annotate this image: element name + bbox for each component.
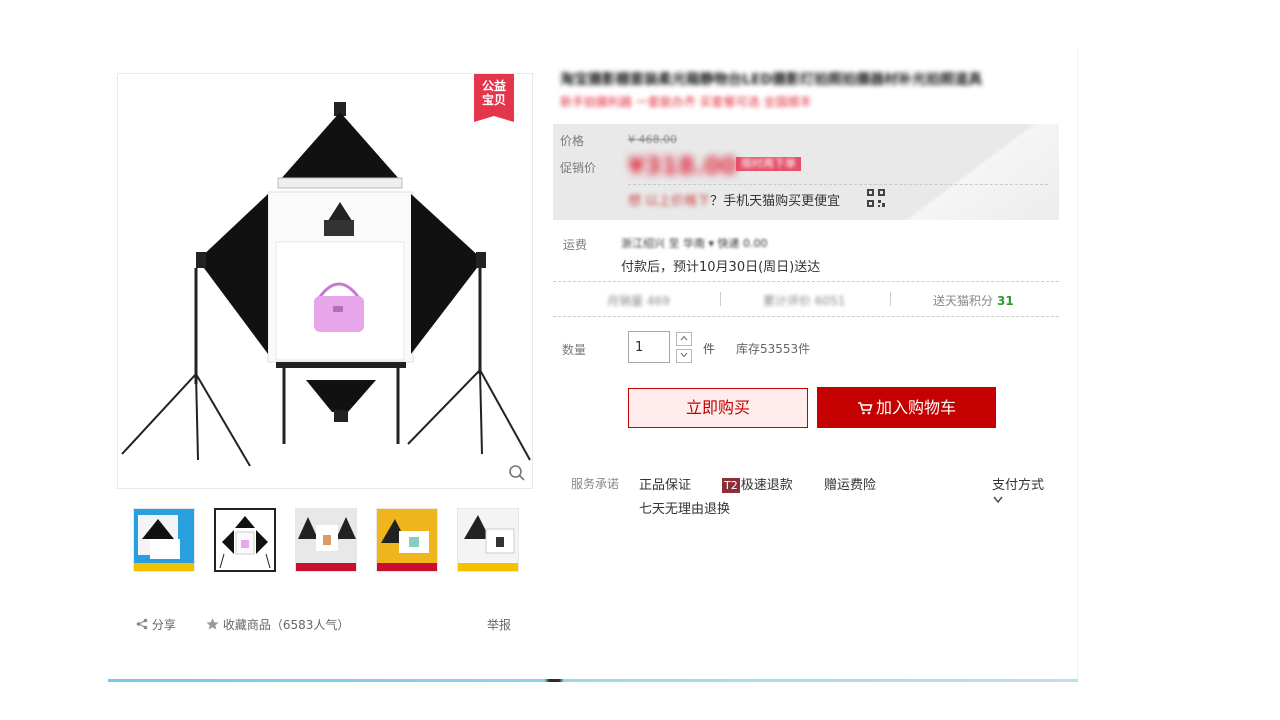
charity-badge-line1: 公益: [481, 79, 506, 93]
service-genuine[interactable]: 正品保证: [639, 474, 691, 493]
thumbnail-strip: [133, 508, 519, 572]
monthly-sales: 月销量 469: [607, 292, 670, 309]
points-label: 送天猫积分: [933, 294, 994, 308]
product-title: 淘宝摄影棚套装柔光箱静物台LED摄影灯拍照拍摄器材补光拍照道具: [560, 72, 983, 88]
mobile-tip-blur: 想 以上价格下: [628, 194, 711, 209]
monthly-sales-text: 月销量 469: [607, 294, 670, 308]
studio-kit-photo: [121, 102, 531, 467]
charity-badge: 公益 宝贝: [474, 74, 514, 122]
thumbnail-1-image: [134, 509, 194, 571]
product-subtitle: 新手拍摄利器 一套能办齐 买套餐可选 全国顺丰: [560, 95, 812, 109]
payment-methods[interactable]: 支付方式: [992, 474, 1044, 493]
main-product-image[interactable]: 公益 宝贝: [117, 73, 533, 489]
service-seven-day-return[interactable]: 七天无理由退换: [639, 498, 730, 517]
stock-count: 库存53553件: [736, 342, 811, 356]
thumbnail-2[interactable]: [214, 508, 276, 572]
service-fast-refund[interactable]: T2 极速退款: [722, 474, 793, 493]
mobile-tip-text: ？手机天猫购买更便宜: [710, 194, 841, 209]
favorite-link[interactable]: 收藏商品（6583人气）: [206, 616, 349, 633]
charity-badge-line2: 宝贝: [481, 93, 506, 107]
thumbnail-3-image: [296, 509, 356, 571]
service-promise-label: 服务承诺: [571, 477, 620, 491]
share-icon: [136, 618, 148, 630]
price-divider: [628, 184, 1048, 185]
thumbnail-5-image: [458, 509, 518, 571]
add-to-cart-button[interactable]: 加入购物车: [817, 387, 996, 428]
chevron-down-icon: [680, 352, 688, 358]
thumbnail-1[interactable]: [133, 508, 195, 572]
price-panel: 价格 ¥ 468.00 促销价 ¥318.00 限时再下单 想 以上价格下？手机…: [553, 124, 1059, 220]
thumbnail-5[interactable]: [457, 508, 519, 572]
quantity-decrease-button[interactable]: [676, 349, 692, 363]
points-value: 31: [997, 294, 1014, 308]
quantity-input[interactable]: [628, 331, 670, 363]
service-shipping-insurance[interactable]: 赠运费险: [824, 474, 876, 493]
fast-refund-label: 极速退款: [740, 478, 793, 493]
share-link[interactable]: 分享: [136, 616, 176, 633]
review-count[interactable]: 累计评价 6051: [763, 292, 845, 309]
tmall-points: 送天猫积分 31: [933, 292, 1014, 309]
shipping-label: 运费: [563, 238, 588, 252]
stat-separator: [720, 292, 721, 306]
promo-price-label: 促销价: [560, 161, 597, 175]
qr-code-icon[interactable]: [866, 188, 886, 208]
chevron-up-icon: [680, 335, 688, 341]
review-count-text: 累计评价 6051: [763, 294, 846, 308]
mobile-price-tip[interactable]: 想 以上价格下？手机天猫购买更便宜: [628, 190, 840, 209]
sales-stats-bar: 月销量 469 累计评价 6051 送天猫积分 31: [553, 281, 1059, 317]
zoom-icon[interactable]: [508, 464, 526, 482]
t2-badge: T2: [722, 478, 740, 493]
quantity-label: 数量: [562, 343, 587, 357]
favorite-label: 收藏商品（6583人气）: [222, 618, 350, 632]
thumbnail-2-image: [216, 510, 274, 570]
star-icon: [206, 618, 219, 630]
stat-separator: [890, 292, 891, 306]
thumbnail-4-image: [377, 509, 437, 571]
share-favorite-row: 分享 收藏商品（6583人气） 举报: [136, 616, 516, 634]
delivery-estimate: 付款后，预计10月30日(周日)送达: [621, 260, 821, 275]
share-label: 分享: [151, 618, 176, 632]
buy-now-button[interactable]: 立即购买: [628, 388, 808, 428]
cart-icon: [857, 402, 873, 415]
thumbnail-3[interactable]: [295, 508, 357, 572]
original-price: ¥ 468.00: [628, 133, 677, 146]
price-label: 价格: [560, 134, 585, 148]
thumbnail-4[interactable]: [376, 508, 438, 572]
bottom-divider: [108, 679, 1078, 682]
chevron-down-icon[interactable]: [992, 495, 1004, 505]
promo-tag: 限时再下单: [736, 157, 801, 171]
promo-price: ¥318.00: [628, 152, 738, 180]
quantity-unit: 件: [703, 342, 716, 356]
add-to-cart-label: 加入购物车: [875, 398, 956, 417]
promo-tag-text: 限时再下单: [741, 157, 796, 170]
report-link[interactable]: 举报: [487, 616, 511, 633]
quantity-increase-button[interactable]: [676, 332, 692, 346]
shipping-destination[interactable]: 浙江绍兴 至 华南 ▾ 快递 0.00: [621, 235, 768, 251]
